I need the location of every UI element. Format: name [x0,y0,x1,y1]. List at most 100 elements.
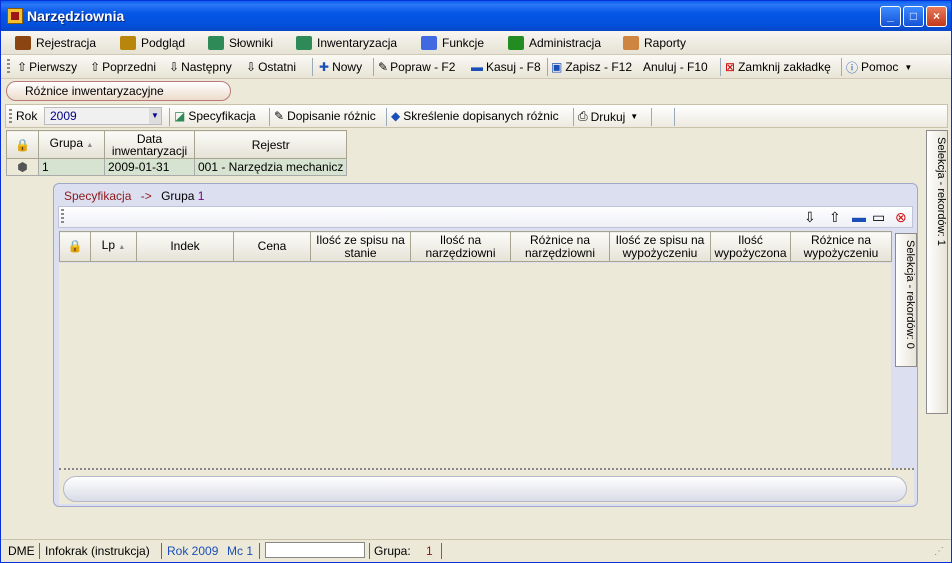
status-input-box[interactable] [265,542,365,558]
column-header-roznice-wypozyczenie[interactable]: Różnice na wypożyczeniu [790,231,892,262]
sort-asc-icon: ▲ [118,244,126,251]
skreslenie-button[interactable]: ◆ Skreślenie dopisanych różnic [391,109,559,123]
column-header-ilosc-spis-stan[interactable]: Ilość ze spisu na stanie [310,231,411,262]
table-empty-area[interactable] [59,263,891,468]
year-filter-bar: Rok 2009 ▼ ◪ Specyfikacja ✎ Dopisanie ró… [5,104,948,128]
print-menu-button[interactable]: ⎙ Drukuj ▼ [578,109,638,124]
inner-selection-side-tab[interactable]: Selekcja - rekordów: 0 [895,233,917,367]
toolbar-grip[interactable] [9,109,12,125]
functions-icon [421,36,437,50]
inventory-icon [296,36,312,50]
menu-raporty[interactable]: Raporty [623,35,686,51]
title-bar[interactable]: Narzędziownia _ □ × [1,1,951,31]
toolbar-separator [269,108,270,126]
help-label: Pomoc [861,60,899,74]
menu-podglad[interactable]: Podgląd [120,35,185,51]
last-button[interactable]: ⇩ Ostatni [246,59,296,75]
move-up-icon[interactable]: ⇧ [829,209,841,225]
lock-column-header[interactable]: 🔒 [59,231,91,262]
column-header-ilosc-narzedziowni[interactable]: Ilość na narzędziowni [410,231,511,262]
specification-panel: Specyfikacja -> Grupa 1 ⇩ ⇧ ▬ ▭ ⊗ 🔒 Lp ▲… [53,183,918,507]
breadcrumb-value: 1 [197,189,205,203]
status-separator [39,543,40,559]
cell-data[interactable]: 2009-01-31 [104,158,195,176]
edit-button[interactable]: ✎ Popraw - F2 [378,59,455,75]
dopisanie-roznic-button[interactable]: ✎ Dopisanie różnic [274,109,376,123]
toolbar-separator [720,58,721,76]
column-header-data[interactable]: Data inwentaryzacji [104,130,195,159]
table-header-row: 🔒 Grupa ▲ Data inwentaryzacji Rejestr [6,130,348,159]
panel-toolbar: ⇩ ⇧ ▬ ▭ ⊗ [58,206,913,228]
menu-funkcje[interactable]: Funkcje [421,35,484,51]
column-header-ilosc-spis-wypozyczenie[interactable]: Ilość ze spisu na wypożyczeniu [609,231,711,262]
minimize-button[interactable]: _ [880,6,901,27]
toolbar-separator [674,108,675,126]
column-header-ilosc-wypozyczona[interactable]: Ilość wypożyczona [710,231,791,262]
maximize-button[interactable]: □ [903,6,924,27]
close-tab-button[interactable]: ⊠ Zamknij zakładkę [725,59,831,75]
row-indicator[interactable]: ⬢ [6,158,39,176]
horizontal-scrollbar[interactable] [63,476,907,502]
minimize-panel-icon[interactable]: ▬ [852,209,866,225]
floppy-disk-icon: ▣ [551,60,563,74]
delete-button[interactable]: ▬ Kasuj - F8 [471,59,541,75]
status-grupa-value: 1 [426,544,433,558]
close-panel-icon[interactable]: ⊗ [895,209,907,225]
status-separator [369,543,370,559]
column-header-indek[interactable]: Indek [136,231,234,262]
next-button[interactable]: ⇩ Następny [169,59,232,75]
cancel-button[interactable]: Anuluj - F10 [643,59,708,75]
resize-grip-icon[interactable]: ⋰ [934,546,944,557]
menu-slowniki[interactable]: Słowniki [208,35,273,51]
cell-rejestr[interactable]: 001 - Narzędzia mechanicz [193,158,348,176]
toolbar-separator [386,108,387,126]
specification-table: 🔒 Lp ▲ Indek Cena Ilość ze spisu na stan… [59,231,892,262]
help-menu-button[interactable]: ⓘ Pomoc ▼ [846,59,912,75]
close-button[interactable]: × [926,6,947,27]
preview-icon [120,36,136,50]
status-dme: DME [8,544,35,558]
table-row[interactable]: ⬢ 1 2009-01-31 001 - Narzędzia mechanicz [6,158,348,176]
toolbar-separator [547,58,548,76]
status-infokrak-link[interactable]: Infokrak (instrukcja) [45,544,150,558]
header-label: Grupa [49,136,84,150]
minus-icon: ▬ [471,60,483,74]
app-icon [7,8,23,24]
tab-roznice-inwentaryzacyjne[interactable]: Różnice inwentaryzacyjne [6,81,231,101]
move-down-icon[interactable]: ⇩ [804,209,816,225]
previous-button[interactable]: ⇧ Poprzedni [90,59,156,75]
new-button[interactable]: ✚ Nowy [319,59,362,75]
menu-label: Słowniki [229,36,274,50]
first-button[interactable]: ⇧ Pierwszy [17,59,77,75]
selection-side-tab[interactable]: Selekcja - rekordów: 1 [926,130,948,414]
toolbar-separator [651,108,652,126]
chevron-down-icon[interactable]: ▼ [149,108,161,124]
lock-column-header[interactable]: 🔒 [6,130,39,159]
column-header-lp[interactable]: Lp ▲ [90,231,137,262]
save-button[interactable]: ▣ Zapisz - F12 [551,59,632,75]
down-arrow-icon: ⇩ [169,60,180,74]
column-header-roznice-narzedziowni[interactable]: Różnice na narzędziowni [510,231,610,262]
cell-grupa[interactable]: 1 [38,158,105,176]
specyfikacja-button[interactable]: ◪ Specyfikacja [174,109,256,123]
column-header-cena[interactable]: Cena [233,231,311,262]
column-header-grupa[interactable]: Grupa ▲ [38,130,105,159]
eraser-icon: ◆ [391,109,401,123]
new-label: Nowy [332,60,363,74]
menu-administracja[interactable]: Administracja [508,35,601,51]
column-header-rejestr[interactable]: Rejestr [193,130,348,159]
maximize-panel-icon[interactable]: ▭ [872,209,885,225]
menu-rejestracja[interactable]: Rejestracja [15,35,96,51]
toolbar-separator [573,108,574,126]
dopisanie-label: Dopisanie różnic [287,109,376,123]
menu-bar: Rejestracja Podgląd Słowniki Inwentaryza… [1,31,951,55]
year-select[interactable]: 2009 ▼ [44,107,162,125]
status-separator [441,543,442,559]
header-label: Lp [101,238,116,252]
year-value: 2009 [50,109,77,123]
pencil-icon: ✎ [378,60,389,74]
toolbar-grip[interactable] [61,209,64,225]
toolbar-grip[interactable] [7,59,10,75]
close-document-icon: ⊠ [725,60,736,74]
menu-inwentaryzacja[interactable]: Inwentaryzacja [296,35,397,51]
